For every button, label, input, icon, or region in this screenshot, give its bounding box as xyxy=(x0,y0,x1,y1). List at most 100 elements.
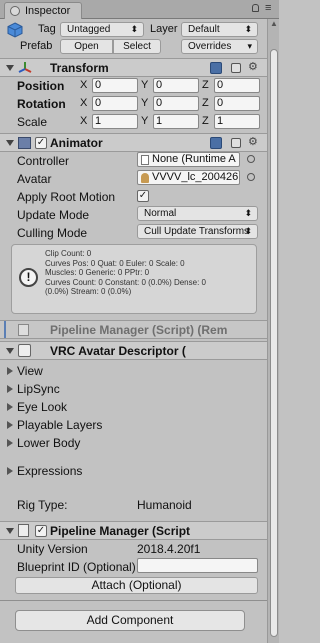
foldout-collapsed-icon[interactable] xyxy=(7,385,13,393)
animator-header[interactable]: ✓ Animator ⚙ xyxy=(0,133,267,152)
rotation-y-field[interactable]: 0 xyxy=(153,96,199,111)
foldout-lower-body[interactable]: Lower Body xyxy=(17,436,80,450)
foldout-collapsed-icon[interactable] xyxy=(7,421,13,429)
attach-button[interactable]: Attach (Optional) xyxy=(15,577,258,594)
menu-icon[interactable]: ≡ xyxy=(265,3,274,14)
document-icon xyxy=(141,155,149,165)
foldout-collapsed-icon[interactable] xyxy=(7,439,13,447)
controller-label: Controller xyxy=(17,154,70,168)
foldout-collapsed-icon[interactable] xyxy=(7,403,13,411)
rig-type-label: Rig Type: xyxy=(17,498,68,512)
chevron-down-icon: ⬍ xyxy=(130,24,138,34)
animator-enabled-checkbox[interactable]: ✓ xyxy=(35,137,47,149)
animator-info-box: ! Clip Count: 0 Curves Pos: 0 Quat: 0 Eu… xyxy=(11,244,257,314)
controller-value: None (Runtime A xyxy=(152,153,236,165)
avatar-field[interactable]: VVVV_lc_200426 xyxy=(137,170,240,185)
transform-header[interactable]: Transform ⚙ xyxy=(0,58,267,77)
help-book-icon[interactable] xyxy=(210,62,222,74)
gear-icon[interactable]: ⚙ xyxy=(248,61,260,73)
pipeline-manager-removed-header[interactable]: Pipeline Manager (Script) (Rem xyxy=(0,320,267,339)
foldout-expanded-icon[interactable] xyxy=(6,528,14,534)
overrides-value: Overrides xyxy=(188,41,232,52)
tab-inspector[interactable]: Inspector xyxy=(4,2,82,19)
axis-x-label: X xyxy=(80,115,88,127)
vrc-descriptor-title: VRC Avatar Descriptor ( xyxy=(50,344,186,358)
info-exclamation-icon: ! xyxy=(19,268,38,287)
foldout-view[interactable]: View xyxy=(17,364,43,378)
inspector-info-icon xyxy=(10,6,20,16)
tab-bar: Inspector ≡ xyxy=(0,0,279,19)
add-component-button[interactable]: Add Component xyxy=(15,610,245,631)
apply-root-motion-checkbox[interactable]: ✓ xyxy=(137,190,149,202)
vrc-descriptor-header[interactable]: VRC Avatar Descriptor ( xyxy=(0,341,267,360)
update-mode-dropdown[interactable]: Normal ⬍ xyxy=(137,206,258,221)
transform-axes-icon xyxy=(18,62,32,73)
unity-version-value: 2018.4.20f1 xyxy=(137,542,201,556)
foldout-expressions[interactable]: Expressions xyxy=(17,464,82,478)
divider xyxy=(0,600,267,601)
position-x-field[interactable]: 0 xyxy=(92,78,138,93)
scrollbar-thumb[interactable] xyxy=(270,49,278,637)
rotation-x-field[interactable]: 0 xyxy=(92,96,138,111)
controller-field[interactable]: None (Runtime A xyxy=(137,152,240,167)
axis-y-label: Y xyxy=(141,115,149,127)
pipeline-manager-header[interactable]: ✓ Pipeline Manager (Script xyxy=(0,521,267,540)
preset-icon[interactable] xyxy=(231,138,241,148)
position-y-field[interactable]: 0 xyxy=(153,78,199,93)
help-book-icon[interactable] xyxy=(210,137,222,149)
animator-icon xyxy=(18,137,31,149)
foldout-collapsed-icon[interactable] xyxy=(7,367,13,375)
axis-z-label: Z xyxy=(202,97,209,109)
culling-mode-value: Cull Update Transforms xyxy=(144,226,250,237)
layer-dropdown[interactable]: Default ⬍ xyxy=(181,22,258,37)
script-icon xyxy=(18,344,31,357)
foldout-expanded-icon[interactable] xyxy=(6,65,14,71)
axis-x-label: X xyxy=(80,79,88,91)
unity-version-label: Unity Version xyxy=(17,542,88,556)
position-z-field[interactable]: 0 xyxy=(214,78,260,93)
blueprint-id-field[interactable] xyxy=(137,558,258,573)
object-picker-icon[interactable] xyxy=(247,155,255,163)
axis-y-label: Y xyxy=(141,79,149,91)
foldout-expanded-icon[interactable] xyxy=(6,348,14,354)
overrides-dropdown[interactable]: Overrides ▾ xyxy=(181,39,258,54)
layer-label: Layer xyxy=(150,23,178,35)
chevron-down-icon: ⬍ xyxy=(244,208,252,218)
chevron-down-icon: ⬍ xyxy=(244,24,252,34)
scale-y-field[interactable]: 1 xyxy=(153,114,199,129)
rotation-label: Rotation xyxy=(17,97,66,111)
removed-marker xyxy=(4,321,6,338)
tag-value: Untagged xyxy=(67,24,111,35)
foldout-lipsync[interactable]: LipSync xyxy=(17,382,60,396)
rotation-z-field[interactable]: 0 xyxy=(214,96,260,111)
script-icon xyxy=(18,324,29,336)
axis-y-label: Y xyxy=(141,97,149,109)
chevron-down-icon: ⬍ xyxy=(244,226,252,236)
apply-root-motion-label: Apply Root Motion xyxy=(17,190,116,204)
avatar-value: VVVV_lc_200426 xyxy=(152,171,239,183)
tab-label: Inspector xyxy=(25,5,71,17)
animator-info-text: Clip Count: 0 Curves Pos: 0 Quat: 0 Eule… xyxy=(45,249,206,297)
prefab-open-button[interactable]: Open xyxy=(60,39,113,54)
transform-title: Transform xyxy=(50,61,109,75)
gear-icon[interactable]: ⚙ xyxy=(248,136,260,148)
object-picker-icon[interactable] xyxy=(247,173,255,181)
culling-mode-label: Culling Mode xyxy=(17,226,88,240)
foldout-expanded-icon[interactable] xyxy=(6,140,14,146)
scroll-up-icon[interactable]: ▲ xyxy=(270,19,278,28)
prefab-select-button[interactable]: Select xyxy=(113,39,161,54)
pipeline-removed-title: Pipeline Manager (Script) (Rem xyxy=(50,323,228,337)
vertical-scrollbar[interactable]: ▲ xyxy=(267,19,279,643)
preset-icon[interactable] xyxy=(231,63,241,73)
scale-z-field[interactable]: 1 xyxy=(214,114,260,129)
tag-label: Tag xyxy=(38,23,56,35)
scale-x-field[interactable]: 1 xyxy=(92,114,138,129)
culling-mode-dropdown[interactable]: Cull Update Transforms ⬍ xyxy=(137,224,258,239)
foldout-eye-look[interactable]: Eye Look xyxy=(17,400,67,414)
foldout-playable-layers[interactable]: Playable Layers xyxy=(17,418,102,432)
pipeline-enabled-checkbox[interactable]: ✓ xyxy=(35,525,47,537)
foldout-collapsed-icon[interactable] xyxy=(7,467,13,475)
lock-icon[interactable] xyxy=(252,4,259,12)
tag-dropdown[interactable]: Untagged ⬍ xyxy=(60,22,144,37)
axis-z-label: Z xyxy=(202,79,209,91)
